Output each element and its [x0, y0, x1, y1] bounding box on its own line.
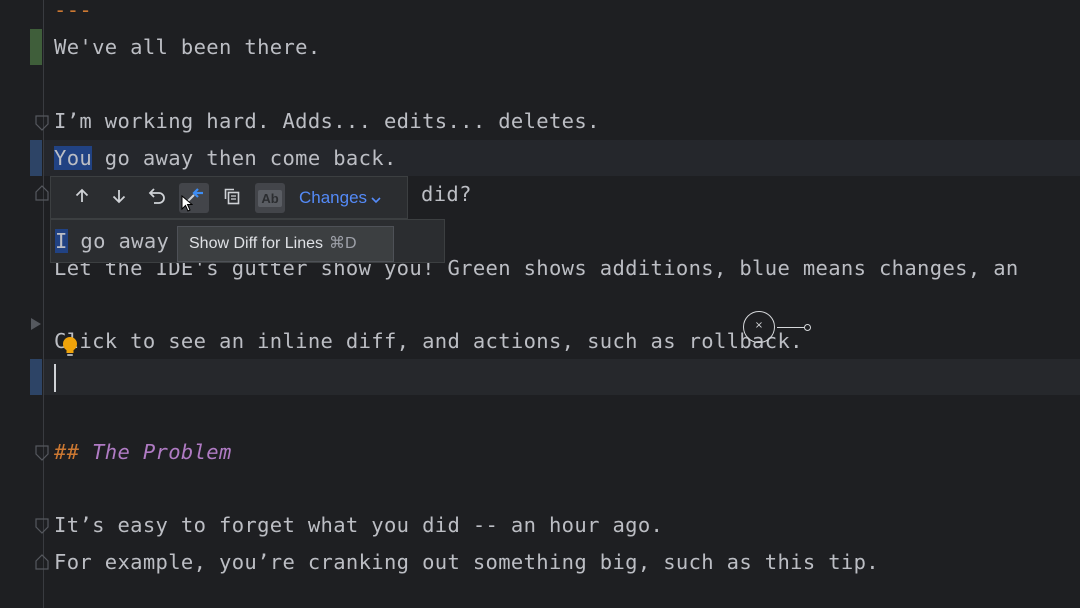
heading-text: The Problem: [79, 440, 232, 464]
gutter-added-marker[interactable]: [30, 29, 42, 65]
current-line-highlight: [44, 359, 1080, 395]
arrow-up-icon: [73, 187, 91, 209]
code-line: did?: [421, 182, 472, 206]
gutter-divider: [43, 0, 44, 608]
copy-button[interactable]: [217, 183, 247, 213]
line-text: go away then come back.: [92, 146, 397, 170]
fold-icon[interactable]: [35, 518, 49, 534]
highlight-words-button[interactable]: Ab: [255, 183, 285, 213]
fold-icon[interactable]: [35, 554, 49, 570]
fold-icon[interactable]: [35, 445, 49, 461]
fold-icon[interactable]: [35, 115, 49, 131]
fold-icon[interactable]: [35, 185, 49, 201]
changes-dropdown[interactable]: Changes: [299, 184, 381, 214]
tooltip: Show Diff for Lines ⌘D: [177, 226, 394, 262]
arrow-down-icon: [110, 187, 128, 209]
line-text: go away: [67, 229, 170, 253]
tooltip-shortcut: ⌘D: [329, 235, 357, 252]
markdown-heading: ## The Problem: [54, 434, 232, 470]
highlight-words-icon: Ab: [258, 189, 282, 207]
previous-change-button[interactable]: [67, 183, 97, 213]
tooltip-text: Show Diff for Lines: [189, 235, 323, 252]
click-indicator-line: [777, 327, 805, 328]
heading-marker: ##: [54, 440, 80, 464]
selected-text: You: [54, 146, 93, 170]
code-editor[interactable]: --- We've all been there. I’m working ha…: [0, 0, 1080, 608]
expand-arrow-icon[interactable]: [29, 316, 43, 335]
code-line: It’s easy to forget what you did -- an h…: [54, 513, 664, 537]
mouse-pointer-icon: [181, 194, 194, 217]
next-change-button[interactable]: [104, 183, 134, 213]
gutter-changed-marker[interactable]: [30, 359, 42, 395]
code-line: ---: [54, 0, 93, 22]
deleted-text: I: [55, 229, 68, 253]
code-line: You go away then come back.: [54, 140, 397, 176]
rollback-button[interactable]: [142, 183, 172, 213]
changes-label: Changes: [299, 188, 368, 207]
code-line: I’m working hard. Adds... edits... delet…: [54, 109, 600, 133]
click-indicator-icon: ×: [743, 311, 775, 343]
text-caret: [54, 364, 56, 392]
click-indicator-dot: [804, 324, 811, 331]
diff-toolbar: Ab Changes: [50, 176, 408, 219]
previous-line-text: I go away: [55, 223, 169, 259]
code-line: We've all been there.: [54, 35, 321, 59]
chevron-down-icon: [371, 185, 381, 213]
gutter-changed-marker[interactable]: [30, 140, 42, 176]
code-line: Click to see an inline diff, and actions…: [54, 329, 803, 353]
code-line: For example, you’re cranking out somethi…: [54, 550, 879, 574]
copy-icon: [223, 187, 241, 209]
lightbulb-icon[interactable]: [61, 336, 79, 362]
rollback-icon: [147, 187, 167, 209]
